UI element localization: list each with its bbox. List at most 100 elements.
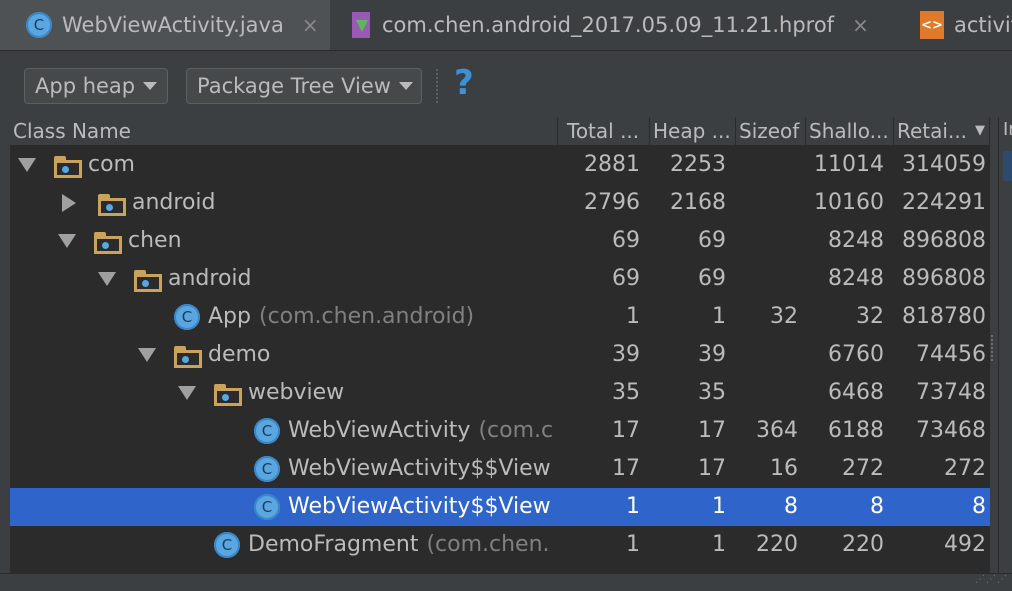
cell-total-count: 17 (612, 418, 640, 443)
class-name-label: DemoFragment (248, 532, 419, 557)
cell-retained-size: 896808 (902, 266, 986, 291)
class-name-label: webview (248, 380, 345, 405)
cell-class-name: android (10, 184, 608, 222)
tab-label: WebViewActivity.java (62, 13, 284, 37)
cell-heap-count: 2253 (670, 152, 726, 177)
expanded-arrow-icon[interactable] (178, 386, 196, 400)
hprof-file-icon (350, 10, 372, 40)
table-row[interactable]: demo 39 39 6760 74456 (10, 336, 990, 374)
table-row[interactable]: C App (com.chen.android) 1 1 32 32 818780 (10, 298, 990, 336)
collapsed-arrow-icon[interactable] (62, 194, 76, 212)
cell-retained-size: 492 (944, 532, 986, 557)
table-row[interactable]: chen 69 69 8248 896808 (10, 222, 990, 260)
chevron-down-icon (143, 82, 158, 90)
cell-heap-count: 2168 (670, 190, 726, 215)
table-row[interactable]: android 2796 2168 10160 224291 (10, 184, 990, 222)
cell-retained-size: 896808 (902, 228, 986, 253)
cell-heap-count: 1 (712, 532, 726, 557)
cell-class-name: C WebViewActivity (com.c (10, 412, 768, 450)
cell-retained-size: 73468 (916, 418, 986, 443)
table-row[interactable]: C WebViewActivity$$View 1 1 8 8 8 (10, 488, 990, 526)
cell-class-name: C WebViewActivity$$View (10, 488, 768, 526)
column-sizeof[interactable]: Sizeof (736, 117, 806, 145)
instance-panel-edge: Ir (998, 117, 1012, 573)
package-name-label: (com.c (478, 418, 554, 443)
close-icon[interactable]: × (302, 13, 319, 37)
package-folder-icon (94, 230, 122, 254)
resize-grip-icon[interactable]: ⋰⋰⋰ (975, 574, 1008, 585)
table-row[interactable]: C DemoFragment (com.chen. 1 1 220 220 492 (10, 526, 990, 564)
cell-shallow-size: 10160 (814, 190, 884, 215)
heap-toolbar: App heap Package Tree View ? (0, 51, 1012, 117)
tab-hprof-file[interactable]: com.chen.android_2017.05.09_11.21.hprof … (336, 0, 896, 50)
table-header: Class Name Total ... Heap ... Sizeof Sha… (10, 117, 990, 146)
chevron-down-icon (398, 82, 413, 90)
expanded-arrow-icon[interactable] (138, 348, 156, 362)
cell-shallow-size: 8 (870, 494, 884, 519)
column-retained-label: Retai... (897, 119, 968, 143)
view-select[interactable]: Package Tree View (186, 68, 422, 104)
cell-class-name: chen (10, 222, 608, 260)
cell-class-name: C WebViewActivity$$View (10, 450, 768, 488)
cell-total-count: 2881 (584, 152, 640, 177)
cell-heap-count: 17 (698, 418, 726, 443)
table-row[interactable]: android 69 69 8248 896808 (10, 260, 990, 298)
cell-heap-count: 17 (698, 456, 726, 481)
table-row[interactable]: webview 35 35 6468 73748 (10, 374, 990, 412)
cell-class-name: android (10, 260, 648, 298)
table-row[interactable]: C WebViewActivity (com.c 17 17 364 6188 73468 (10, 412, 990, 450)
class-name-label: App (208, 304, 251, 329)
cell-shallow-size: 6468 (828, 380, 884, 405)
class-name-label: android (132, 190, 216, 215)
cell-total-count: 39 (612, 342, 640, 367)
heap-select-value: App heap (35, 74, 136, 98)
class-icon: C (174, 304, 200, 330)
cell-class-name: com (10, 146, 568, 184)
package-folder-icon (134, 268, 162, 292)
editor-tab-bar: C WebViewActivity.java × com.chen.androi… (0, 0, 1012, 51)
cell-heap-count: 39 (698, 342, 726, 367)
cell-heap-count: 35 (698, 380, 726, 405)
package-folder-icon (54, 154, 82, 178)
column-heap-count[interactable]: Heap ... (650, 117, 736, 145)
cell-shallow-size: 11014 (814, 152, 884, 177)
class-icon: C (254, 456, 280, 482)
cell-class-name: C App (com.chen.android) (10, 298, 688, 336)
cell-retained-size: 74456 (916, 342, 986, 367)
table-row[interactable]: C WebViewActivity$$View 17 17 16 272 272 (10, 450, 990, 488)
cell-retained-size: 224291 (902, 190, 986, 215)
expanded-arrow-icon[interactable] (98, 272, 116, 286)
cell-shallow-size: 32 (856, 304, 884, 329)
cell-total-count: 17 (612, 456, 640, 481)
tab-activity-xml[interactable]: <> activit (906, 0, 1012, 50)
tab-webviewactivity-java[interactable]: C WebViewActivity.java × (0, 0, 330, 50)
heap-select[interactable]: App heap (24, 68, 168, 104)
close-icon[interactable]: × (852, 13, 869, 37)
expanded-arrow-icon[interactable] (58, 234, 76, 248)
cell-total-count: 69 (612, 266, 640, 291)
package-name-label: (com.chen. (426, 532, 550, 557)
xml-file-icon: <> (920, 11, 944, 39)
cell-total-count: 69 (612, 228, 640, 253)
cell-class-name: C DemoFragment (com.chen. (10, 526, 728, 564)
column-class-name[interactable]: Class Name (10, 117, 558, 145)
cell-shallow-size: 272 (842, 456, 884, 481)
cell-shallow-size: 8248 (828, 266, 884, 291)
cell-sizeof: 16 (770, 456, 798, 481)
class-name-label: WebViewActivity$$View (288, 456, 551, 481)
column-total-count[interactable]: Total ... (564, 117, 650, 145)
class-table: Class Name Total ... Heap ... Sizeof Sha… (10, 117, 990, 573)
expanded-arrow-icon[interactable] (18, 158, 36, 172)
instance-panel-marker (1003, 151, 1012, 181)
column-retained-size[interactable]: Retai... ▼ (894, 117, 990, 145)
vertical-scrollbar[interactable] (990, 145, 998, 573)
table-row[interactable]: com 2881 2253 11014 314059 (10, 146, 990, 184)
help-icon[interactable]: ? (454, 63, 474, 103)
tab-label: activit (954, 13, 1012, 37)
cell-shallow-size: 6188 (828, 418, 884, 443)
cell-retained-size: 8 (972, 494, 986, 519)
cell-total-count: 2796 (584, 190, 640, 215)
toolbar-separator (436, 69, 439, 103)
column-shallow-size[interactable]: Shallo... (806, 117, 894, 145)
package-folder-icon (98, 192, 126, 216)
